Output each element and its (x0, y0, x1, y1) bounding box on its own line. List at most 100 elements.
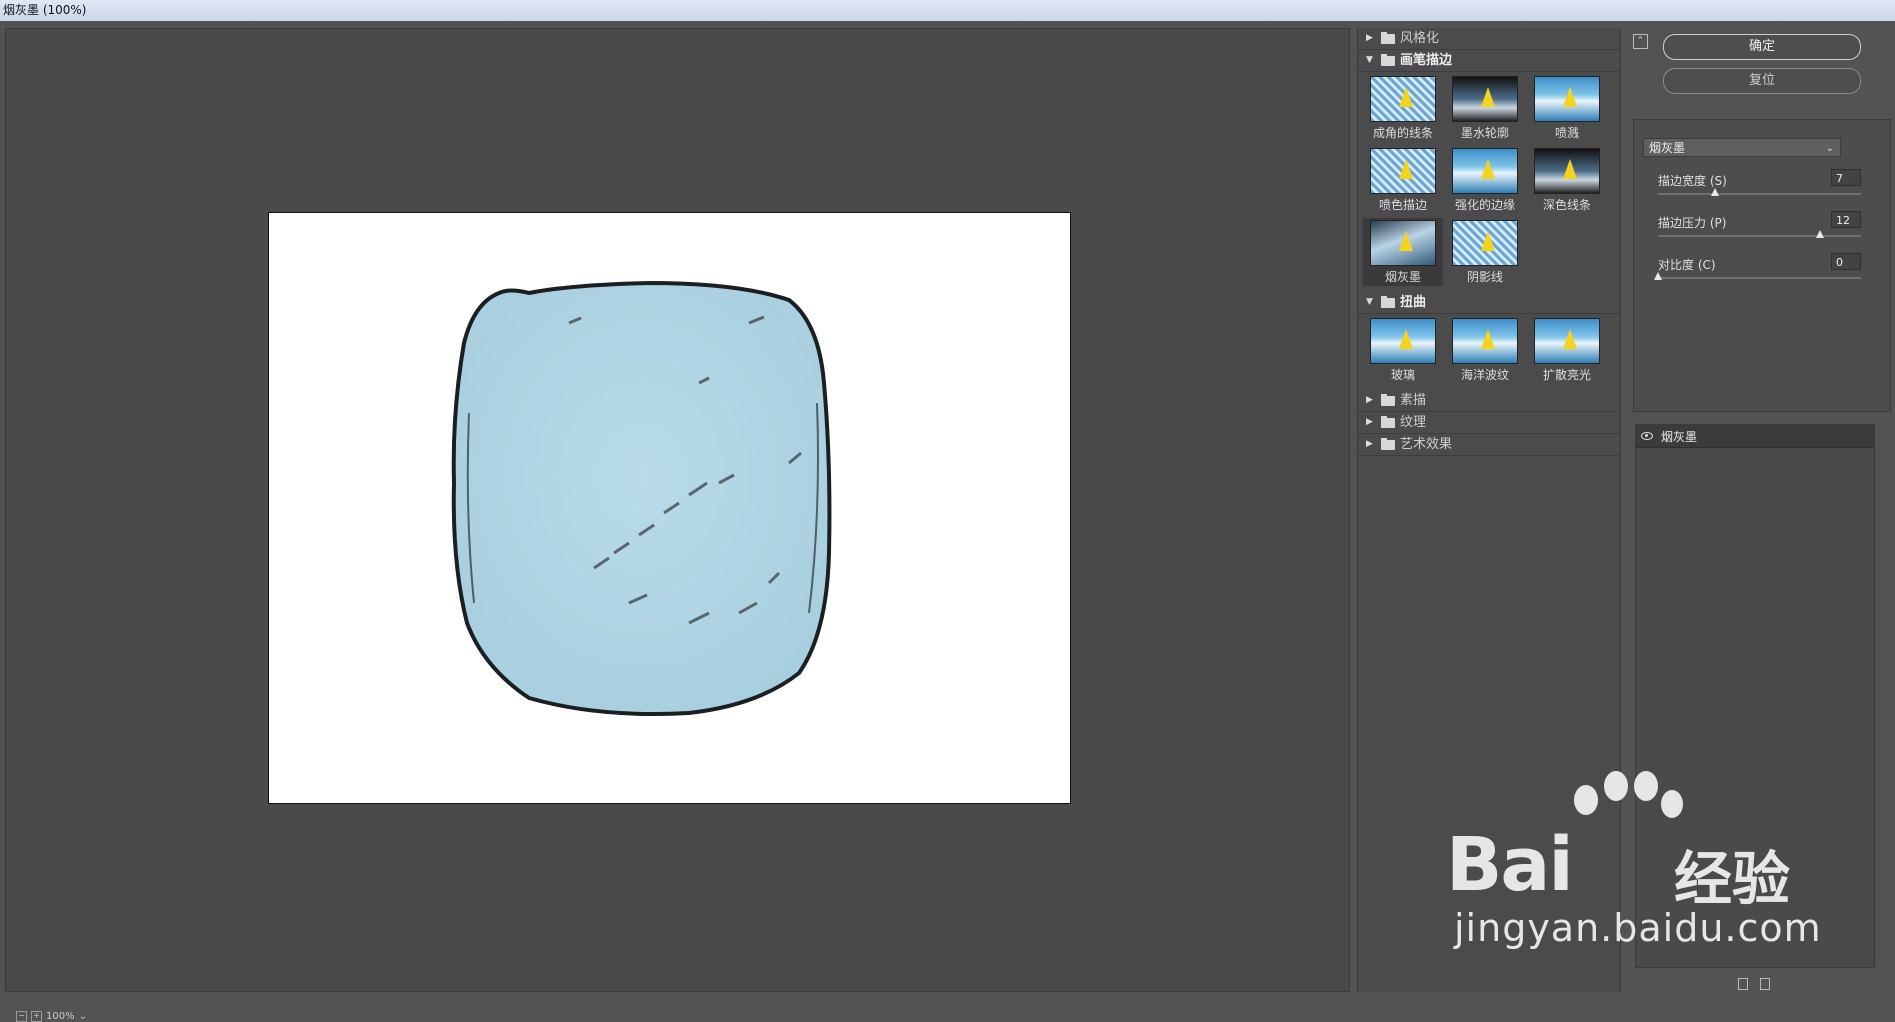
folder-icon (1381, 415, 1395, 428)
category-distort[interactable]: ▼ 扭曲 (1358, 292, 1620, 314)
filter-label: 玻璃 (1390, 368, 1415, 382)
filter-label: 强化的边缘 (1454, 198, 1515, 212)
param-label: 描边压力 (P) (1658, 216, 1727, 230)
layer-tools (1738, 978, 1770, 990)
paw-logo-icon (1574, 771, 1683, 818)
slider-knob[interactable] (1654, 272, 1662, 280)
brush-strokes-thumbnails: 成角的线条 墨水轮廓 喷溅 喷色描边 强化的边缘 深色线条 烟灰墨 阴影线 (1358, 72, 1620, 292)
filter-thumb-angled-strokes[interactable]: 成角的线条 (1363, 74, 1443, 142)
chevron-down-icon: ⌄ (1825, 143, 1834, 154)
filter-thumb-dark-strokes[interactable]: 深色线条 (1527, 146, 1607, 214)
filter-label: 海洋波纹 (1460, 368, 1509, 382)
filter-label: 墨水轮廓 (1460, 126, 1509, 140)
category-label: 艺术效果 (1400, 437, 1453, 452)
folder-icon (1381, 31, 1395, 44)
slider-knob[interactable] (1710, 188, 1719, 196)
filter-preview-image (1534, 318, 1600, 364)
category-texture[interactable]: ▶ 纹理 (1358, 412, 1620, 434)
filter-thumb-sumi-e[interactable]: 烟灰墨 (1363, 218, 1443, 286)
folder-icon (1381, 437, 1395, 450)
filter-preview-image (1452, 76, 1518, 122)
collapse-arrow-icon: ▼ (1366, 55, 1373, 65)
filter-select[interactable]: 烟灰墨 ⌄ (1643, 138, 1841, 157)
expand-arrow-icon: ▶ (1366, 439, 1373, 449)
filter-preview-image (1452, 220, 1518, 266)
param-contrast: 对比度 (C) 0 (1654, 253, 1861, 298)
category-label: 纹理 (1400, 415, 1427, 430)
category-label: 扭曲 (1400, 295, 1427, 310)
filter-thumb-ocean-ripple[interactable]: 海洋波纹 (1445, 316, 1525, 384)
category-artistic[interactable]: ▶ 艺术效果 (1358, 434, 1620, 456)
filter-label: 喷溅 (1554, 126, 1579, 140)
slider-track[interactable] (1658, 235, 1861, 237)
zoom-level[interactable]: 100% (46, 1011, 75, 1022)
slider-track[interactable] (1658, 277, 1861, 279)
filter-preview-image (1370, 220, 1436, 266)
filter-thumb-spatter[interactable]: 喷溅 (1527, 74, 1607, 142)
param-value-input[interactable]: 12 (1831, 211, 1861, 228)
category-label: 风格化 (1400, 31, 1440, 46)
preview-canvas[interactable] (268, 212, 1071, 804)
zoom-chevron-icon[interactable]: ⌄ (79, 1011, 87, 1022)
category-stylize[interactable]: ▶ 风格化 (1358, 28, 1620, 50)
category-sketch[interactable]: ▶ 素描 (1358, 390, 1620, 412)
filter-preview-image (1370, 76, 1436, 122)
folder-open-icon (1381, 295, 1395, 308)
category-label: 画笔描边 (1400, 53, 1453, 68)
slider-knob[interactable] (1816, 230, 1825, 238)
watermark-url: jingyan.baidu.com (1454, 906, 1822, 950)
param-label: 描边宽度 (S) (1658, 174, 1727, 188)
filter-thumb-ink-outlines[interactable]: 墨水轮廓 (1445, 74, 1525, 142)
delete-effect-layer-icon[interactable] (1760, 978, 1770, 990)
collapse-gallery-icon[interactable]: ⌃ (1633, 34, 1648, 49)
filter-preview-image (1452, 318, 1518, 364)
reset-button[interactable]: 复位 (1663, 68, 1861, 94)
preview-image (451, 280, 832, 716)
slider-track[interactable] (1658, 193, 1861, 195)
filter-thumb-diffuse-glow[interactable]: 扩散亮光 (1527, 316, 1607, 384)
distort-thumbnails: 玻璃 海洋波纹 扩散亮光 (1358, 314, 1620, 390)
filter-preview-image (1370, 318, 1436, 364)
param-stroke-width: 描边宽度 (S) 7 (1658, 169, 1861, 214)
filter-thumb-accented-edges[interactable]: 强化的边缘 (1445, 146, 1525, 214)
filter-select-value: 烟灰墨 (1649, 141, 1686, 155)
filter-thumb-glass[interactable]: 玻璃 (1363, 316, 1443, 384)
filter-label: 深色线条 (1542, 198, 1591, 212)
eye-icon[interactable] (1641, 432, 1653, 440)
filter-preview-image (1370, 148, 1436, 194)
expand-arrow-icon: ▶ (1366, 417, 1373, 427)
expand-arrow-icon: ▶ (1366, 33, 1373, 43)
zoom-in-button[interactable]: + (31, 1010, 42, 1022)
folder-icon (1381, 393, 1395, 406)
param-value-input[interactable]: 7 (1831, 169, 1861, 186)
category-label: 素描 (1400, 393, 1427, 408)
filter-preview-image (1534, 76, 1600, 122)
ok-button[interactable]: 确定 (1663, 34, 1861, 60)
effect-layer-name: 烟灰墨 (1661, 429, 1698, 444)
effect-layer-row[interactable]: 烟灰墨 (1636, 425, 1874, 448)
zoom-controls: − + 100% ⌄ (16, 1010, 87, 1022)
new-effect-layer-icon[interactable] (1738, 978, 1748, 990)
zoom-out-button[interactable]: − (16, 1010, 27, 1022)
filter-label: 扩散亮光 (1542, 368, 1591, 382)
param-label: 对比度 (C) (1658, 258, 1716, 272)
param-value-input[interactable]: 0 (1831, 253, 1861, 270)
collapse-arrow-icon: ▼ (1366, 297, 1373, 307)
preview-area[interactable]: − + 100% ⌄ (5, 28, 1350, 1022)
filter-label: 阴影线 (1466, 270, 1503, 284)
filter-label: 成角的线条 (1372, 126, 1433, 140)
watermark-brand-cn: 经验 (1674, 845, 1791, 913)
filter-preview-image (1534, 148, 1600, 194)
filter-preview-image (1452, 148, 1518, 194)
expand-arrow-icon: ▶ (1366, 395, 1373, 405)
filter-thumb-sprayed-strokes[interactable]: 喷色描边 (1363, 146, 1443, 214)
filter-label: 喷色描边 (1378, 198, 1427, 212)
watermark: Bai 经验 jingyan.baidu.com (1446, 771, 1866, 950)
filter-label: 烟灰墨 (1384, 270, 1421, 284)
category-brush-strokes[interactable]: ▼ 画笔描边 (1358, 50, 1620, 72)
folder-open-icon (1381, 53, 1395, 66)
param-stroke-pressure: 描边压力 (P) 12 (1658, 211, 1861, 256)
watermark-brand: Bai (1446, 822, 1574, 908)
window-title: 烟灰墨 (100%) (0, 0, 1895, 21)
filter-thumb-crosshatch[interactable]: 阴影线 (1445, 218, 1525, 286)
